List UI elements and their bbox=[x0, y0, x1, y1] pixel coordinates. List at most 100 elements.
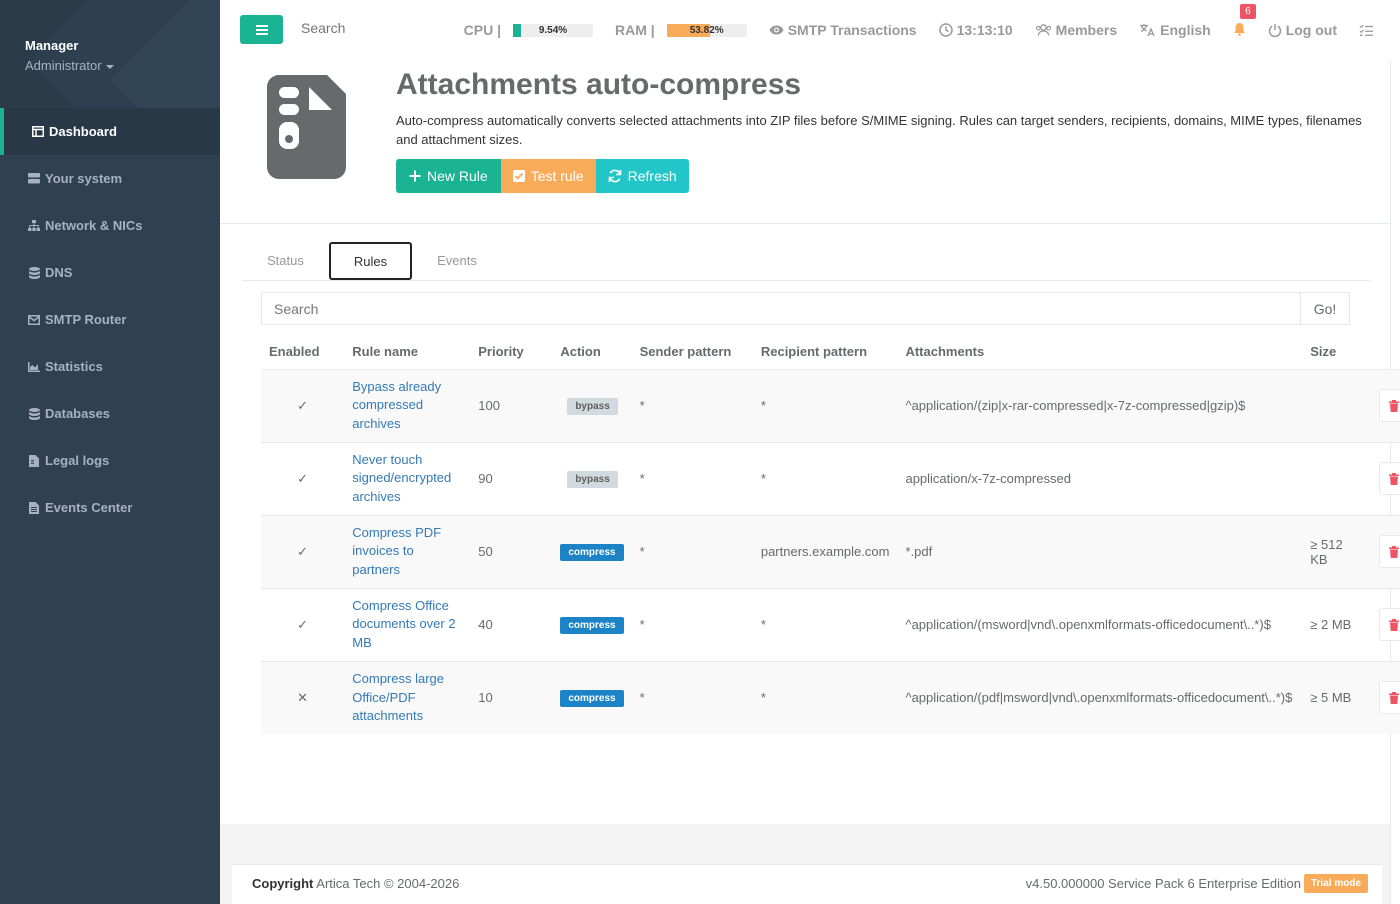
sidebar-item-label: Your system bbox=[45, 171, 123, 186]
sidebar-item-dns[interactable]: DNS bbox=[0, 249, 220, 296]
top-navbar: CPU | 9.54% RAM | 53.82% SMTP Transactio… bbox=[220, 0, 1400, 60]
document-icon bbox=[267, 75, 346, 182]
notifications-button[interactable]: 6 bbox=[1233, 3, 1256, 39]
task-list-button[interactable] bbox=[1359, 24, 1378, 37]
trash-icon bbox=[1389, 399, 1400, 412]
rule-name-link[interactable]: Never touch signed/encrypted archives bbox=[352, 451, 462, 507]
clock: 13:13:10 bbox=[938, 22, 1013, 38]
eye-icon bbox=[769, 25, 784, 35]
delete-rule-button[interactable] bbox=[1379, 681, 1400, 715]
new-rule-button[interactable]: New Rule bbox=[396, 159, 501, 193]
recipient-pattern: * bbox=[752, 587, 898, 661]
rule-name-link[interactable]: Compress large Office/PDF attachments bbox=[352, 670, 462, 726]
page-description: Auto-compress automatically converts sel… bbox=[396, 113, 1362, 147]
tab-events[interactable]: Events bbox=[412, 241, 502, 279]
language-icon bbox=[1140, 24, 1155, 37]
size-limit bbox=[1302, 441, 1372, 515]
delete-rule-button[interactable] bbox=[1379, 535, 1400, 568]
language-selector[interactable]: English bbox=[1139, 22, 1211, 38]
delete-rule-button[interactable] bbox=[1379, 608, 1400, 641]
rule-priority: 10 bbox=[470, 660, 553, 734]
enabled-check-icon[interactable]: ✓ bbox=[261, 587, 345, 661]
chart-icon bbox=[27, 361, 41, 373]
disabled-cross-icon[interactable]: ✕ bbox=[261, 660, 345, 734]
sidebar-item-statistics[interactable]: Statistics bbox=[0, 343, 220, 390]
rule-priority: 40 bbox=[470, 587, 553, 661]
col-recipient[interactable]: Recipient pattern bbox=[752, 334, 898, 370]
col-priority[interactable]: Priority bbox=[470, 334, 553, 370]
sidebar-header: Manager Administrator bbox=[0, 0, 220, 108]
recipient-pattern: * bbox=[752, 368, 898, 442]
smtp-transactions-link[interactable]: SMTP Transactions bbox=[769, 22, 917, 38]
clock-value: 13:13:10 bbox=[956, 22, 1013, 38]
action-badge: bypass bbox=[567, 470, 618, 488]
rules-search: Go! bbox=[261, 292, 1350, 325]
tab-status[interactable]: Status bbox=[242, 241, 329, 279]
rules-search-input[interactable] bbox=[261, 292, 1301, 325]
col-delete bbox=[1371, 334, 1400, 370]
check-square-icon bbox=[512, 170, 525, 182]
tab-rules[interactable]: Rules bbox=[328, 242, 413, 280]
delete-rule-button[interactable] bbox=[1379, 389, 1400, 422]
search-go-button[interactable]: Go! bbox=[1301, 292, 1350, 325]
profile-role-dropdown[interactable]: Administrator bbox=[25, 58, 114, 73]
rule-name-link[interactable]: Compress PDF invoices to partners bbox=[352, 524, 462, 580]
col-size[interactable]: Size bbox=[1302, 334, 1372, 370]
attachments-pattern: *.pdf bbox=[897, 514, 1303, 588]
sidebar-item-smtp-router[interactable]: SMTP Router bbox=[0, 296, 220, 343]
table-header-row: Enabled Rule name Priority Action Sender… bbox=[261, 334, 1400, 370]
sender-pattern: * bbox=[631, 441, 753, 515]
rule-name-link[interactable]: Compress Office documents over 2 MB bbox=[352, 597, 462, 653]
trial-mode-badge: Trial mode bbox=[1303, 874, 1368, 893]
members-link[interactable]: Members bbox=[1035, 22, 1117, 38]
top-search-input[interactable] bbox=[301, 20, 421, 36]
table-row: ✓ Compress PDF invoices to partners 50 c… bbox=[261, 514, 1400, 588]
members-label: Members bbox=[1055, 22, 1118, 38]
sidebar-item-events-center[interactable]: Events Center bbox=[0, 484, 220, 531]
caret-down-icon bbox=[105, 64, 114, 69]
col-action[interactable]: Action bbox=[552, 334, 632, 370]
sidebar-item-network[interactable]: Network & NICs bbox=[0, 202, 220, 249]
ram-meter: RAM | 53.82% bbox=[615, 22, 747, 38]
logout-label: Log out bbox=[1285, 22, 1337, 38]
rule-priority: 90 bbox=[470, 441, 553, 515]
language-label: English bbox=[1160, 22, 1211, 38]
attachments-pattern: ^application/(zip|x-rar-compressed|x-7z-… bbox=[897, 368, 1303, 442]
enabled-check-icon[interactable]: ✓ bbox=[261, 514, 345, 588]
enabled-check-icon[interactable]: ✓ bbox=[261, 368, 345, 442]
copyright-text: Artica Tech © 2004-2026 bbox=[316, 876, 460, 891]
plus-icon bbox=[409, 170, 421, 182]
refresh-button[interactable]: Refresh bbox=[595, 159, 689, 193]
col-sender[interactable]: Sender pattern bbox=[631, 334, 753, 370]
refresh-icon bbox=[608, 169, 621, 183]
profile-role-label: Administrator bbox=[25, 58, 102, 73]
sidebar-item-legal-logs[interactable]: Legal logs bbox=[0, 437, 220, 484]
logout-link[interactable]: Log out bbox=[1268, 22, 1337, 38]
sender-pattern: * bbox=[631, 514, 753, 588]
col-enabled[interactable]: Enabled bbox=[261, 334, 345, 370]
rule-name-link[interactable]: Bypass already compressed archives bbox=[352, 378, 462, 434]
ram-value: 53.82% bbox=[689, 24, 724, 36]
trash-icon bbox=[1389, 545, 1400, 558]
test-rule-label: Test rule bbox=[530, 168, 584, 184]
footer-copyright: Copyright Artica Tech © 2004-2026 bbox=[252, 876, 459, 891]
sidebar-item-dashboard[interactable]: Dashboard bbox=[0, 108, 220, 155]
sidebar: Manager Administrator Dashboard Your sys… bbox=[0, 0, 220, 904]
network-icon bbox=[27, 220, 41, 232]
page-header: Attachments auto-compress Auto-compress … bbox=[220, 60, 1390, 224]
enabled-check-icon[interactable]: ✓ bbox=[261, 441, 345, 515]
test-rule-button[interactable]: Test rule bbox=[500, 159, 596, 193]
users-icon bbox=[1035, 24, 1051, 36]
trash-icon bbox=[1389, 472, 1400, 485]
sidebar-toggle-button[interactable] bbox=[240, 15, 283, 44]
action-badge: compress bbox=[560, 689, 624, 707]
col-rule-name[interactable]: Rule name bbox=[344, 334, 471, 370]
action-badge: compress bbox=[560, 543, 624, 561]
col-attachments[interactable]: Attachments bbox=[897, 334, 1303, 370]
delete-rule-button[interactable] bbox=[1379, 462, 1400, 495]
table-row: ✕ Compress large Office/PDF attachments … bbox=[261, 660, 1400, 734]
sidebar-item-your-system[interactable]: Your system bbox=[0, 155, 220, 202]
action-buttons: New Rule Test rule Refresh bbox=[396, 159, 689, 193]
sidebar-item-databases[interactable]: Databases bbox=[0, 390, 220, 437]
trash-icon bbox=[1389, 618, 1400, 631]
